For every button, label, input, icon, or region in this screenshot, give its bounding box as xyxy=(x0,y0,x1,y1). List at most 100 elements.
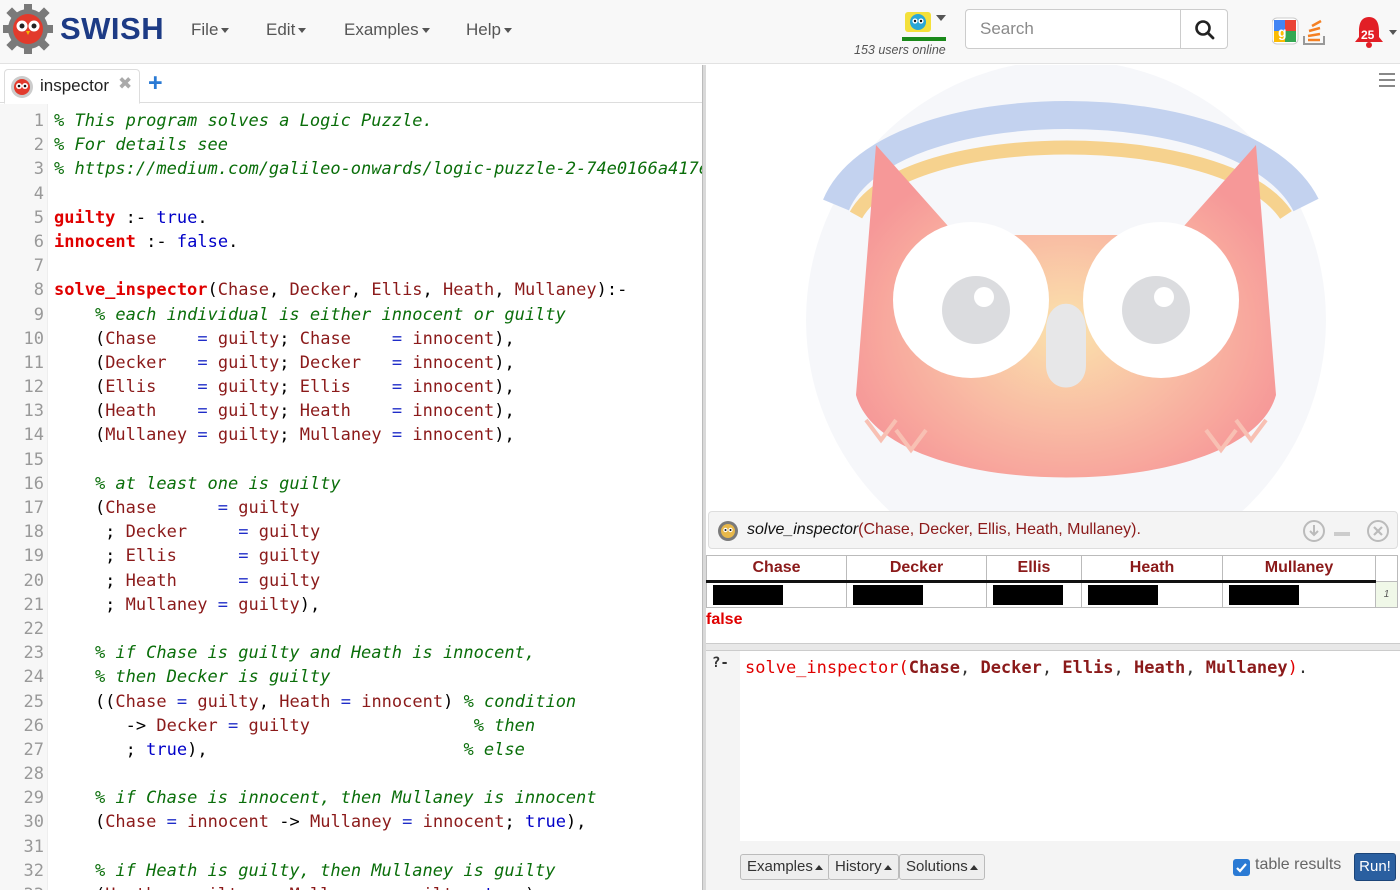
code-token: Heath xyxy=(279,691,331,712)
code-line[interactable]: 12 (Ellis = guilty; Ellis = innocent), xyxy=(0,375,702,399)
app-brand[interactable]: SWISH xyxy=(60,11,164,47)
code-line[interactable]: 20 ; Heath = guilty xyxy=(0,569,702,593)
code-line[interactable]: 7 xyxy=(0,254,702,278)
code-token: ), xyxy=(525,885,545,890)
code-token: guilty xyxy=(187,885,248,890)
code-token: Chase xyxy=(105,812,157,833)
history-button[interactable]: History xyxy=(828,854,899,880)
code-line[interactable]: 6 innocent :- false. xyxy=(0,230,702,254)
code-line-text: % each individual is either innocent or … xyxy=(54,303,566,327)
menu-examples[interactable]: Examples xyxy=(344,20,430,40)
code-token: = xyxy=(176,691,188,712)
code-line[interactable]: 31 xyxy=(0,835,702,859)
code-line[interactable]: 33 (Heath = guilty -> Mullaney = guilty;… xyxy=(0,883,702,890)
line-number: 33 xyxy=(0,883,44,890)
code-token: = xyxy=(382,885,392,890)
code-line[interactable]: 1 % This program solves a Logic Puzzle. xyxy=(0,109,702,133)
code-line[interactable]: 17 (Chase = guilty xyxy=(0,496,702,520)
code-token: . xyxy=(197,207,208,228)
code-line[interactable]: 10 (Chase = guilty; Chase = innocent), xyxy=(0,327,702,351)
code-line[interactable]: 24 % then Decker is guilty xyxy=(0,665,702,689)
menu-help[interactable]: Help xyxy=(466,20,512,40)
menu-hamburger-icon[interactable] xyxy=(1379,73,1395,87)
code-line[interactable]: 18 ; Decker = guilty xyxy=(0,520,702,544)
code-line[interactable]: 22 xyxy=(0,617,702,641)
caret-down-icon xyxy=(421,28,430,34)
code-line[interactable]: 8 solve_inspector(Chase, Decker, Ellis, H… xyxy=(0,278,702,302)
code-line[interactable]: 25 ((Chase = guilty, Heath = innocent) %… xyxy=(0,690,702,714)
code-token: Mullaney xyxy=(125,594,208,615)
code-line[interactable]: 30 (Chase = innocent -> Mullaney = innoc… xyxy=(0,810,702,834)
search-button[interactable] xyxy=(1180,9,1228,49)
code-token: ( xyxy=(54,885,105,890)
caret-down-icon xyxy=(503,28,512,34)
query-predicate: solve_inspector xyxy=(745,658,899,678)
code-token: Ellis xyxy=(299,377,351,398)
caret-down-icon xyxy=(221,28,230,34)
google-stackoverflow-icons[interactable]: g xyxy=(1271,16,1332,46)
caret-down-icon[interactable] xyxy=(936,15,946,21)
code-line[interactable]: 4 xyxy=(0,182,702,206)
code-token: % if Chase is guilty and Heath is innoce… xyxy=(94,643,536,664)
caret-up-icon xyxy=(814,864,823,870)
menu-help-label: Help xyxy=(466,20,501,39)
code-line[interactable]: 15 xyxy=(0,448,702,472)
code-line[interactable]: 3 % https://medium.com/galileo-onwards/lo… xyxy=(0,157,702,181)
code-line[interactable]: 32 % if Heath is guilty, then Mullaney i… xyxy=(0,859,702,883)
tab-bar: inspector ✖ + xyxy=(0,65,702,104)
code-line[interactable]: 21 ; Mullaney = guilty), xyxy=(0,593,702,617)
query-splitter[interactable] xyxy=(706,643,1400,651)
code-line[interactable]: 28 xyxy=(0,762,702,786)
code-line[interactable]: 9 % each individual is either innocent o… xyxy=(0,303,702,327)
code-token: :- xyxy=(125,207,147,228)
code-line[interactable]: 2 % For details see xyxy=(0,133,702,157)
code-line[interactable]: 16 % at least one is guilty xyxy=(0,472,702,496)
gear-owl-icon xyxy=(718,521,738,541)
search-input[interactable] xyxy=(965,9,1181,49)
query-area: ?- solve_inspector(Chase, Decker, Ellis,… xyxy=(706,651,1400,890)
result-cell xyxy=(1081,581,1223,608)
menu-edit-label: Edit xyxy=(266,20,296,39)
code-token: % then xyxy=(473,715,536,736)
minimize-icon[interactable] xyxy=(1331,520,1353,542)
code-line[interactable]: 5 guilty :- true. xyxy=(0,206,702,230)
users-online-count: 153 users online xyxy=(854,43,946,57)
run-button[interactable]: Run! xyxy=(1354,853,1396,881)
code-token: -> xyxy=(54,715,157,736)
code-line[interactable]: 23 % if Chase is guilty and Heath is inn… xyxy=(0,641,702,665)
code-line[interactable]: 19 ; Ellis = guilty xyxy=(0,544,702,568)
code-line[interactable]: 26 -> Decker = guilty % then xyxy=(0,714,702,738)
code-editor[interactable]: 1 % This program solves a Logic Puzzle. 2%… xyxy=(0,104,702,890)
solutions-button[interactable]: Solutions xyxy=(899,854,985,880)
tab-inspector[interactable]: inspector ✖ xyxy=(4,69,140,104)
code-token: = xyxy=(197,425,208,446)
code-line[interactable]: 11 (Decker = guilty; Decker = innocent), xyxy=(0,351,702,375)
close-icon[interactable] xyxy=(1367,520,1389,542)
line-number: 30 xyxy=(23,812,44,833)
code-token: guilty xyxy=(248,715,310,736)
code-line[interactable]: 13 (Heath = guilty; Heath = innocent), xyxy=(0,399,702,423)
query-editor[interactable]: solve_inspector(Chase, Decker, Ellis, He… xyxy=(740,651,1400,841)
close-icon[interactable]: ✖ xyxy=(118,74,132,94)
menu-file[interactable]: File xyxy=(191,20,230,40)
examples-button[interactable]: Examples xyxy=(740,854,830,880)
swish-logo-icon[interactable] xyxy=(2,3,54,55)
table-results-checkbox[interactable] xyxy=(1233,859,1250,876)
code-line[interactable]: 14 (Mullaney = guilty; Mullaney = innoce… xyxy=(0,423,702,447)
download-icon[interactable] xyxy=(1303,520,1325,542)
user-avatar-icon[interactable] xyxy=(904,10,934,34)
code-line[interactable]: 29 % if Chase is innocent, then Mullaney… xyxy=(0,786,702,810)
code-token: = xyxy=(197,328,208,349)
add-tab-button[interactable]: + xyxy=(148,70,163,96)
line-number: 11 xyxy=(23,352,44,373)
menu-edit[interactable]: Edit xyxy=(266,20,307,40)
code-line[interactable]: 27 ; true), % else xyxy=(0,738,702,762)
notifications-button[interactable]: 25 xyxy=(1352,14,1398,50)
